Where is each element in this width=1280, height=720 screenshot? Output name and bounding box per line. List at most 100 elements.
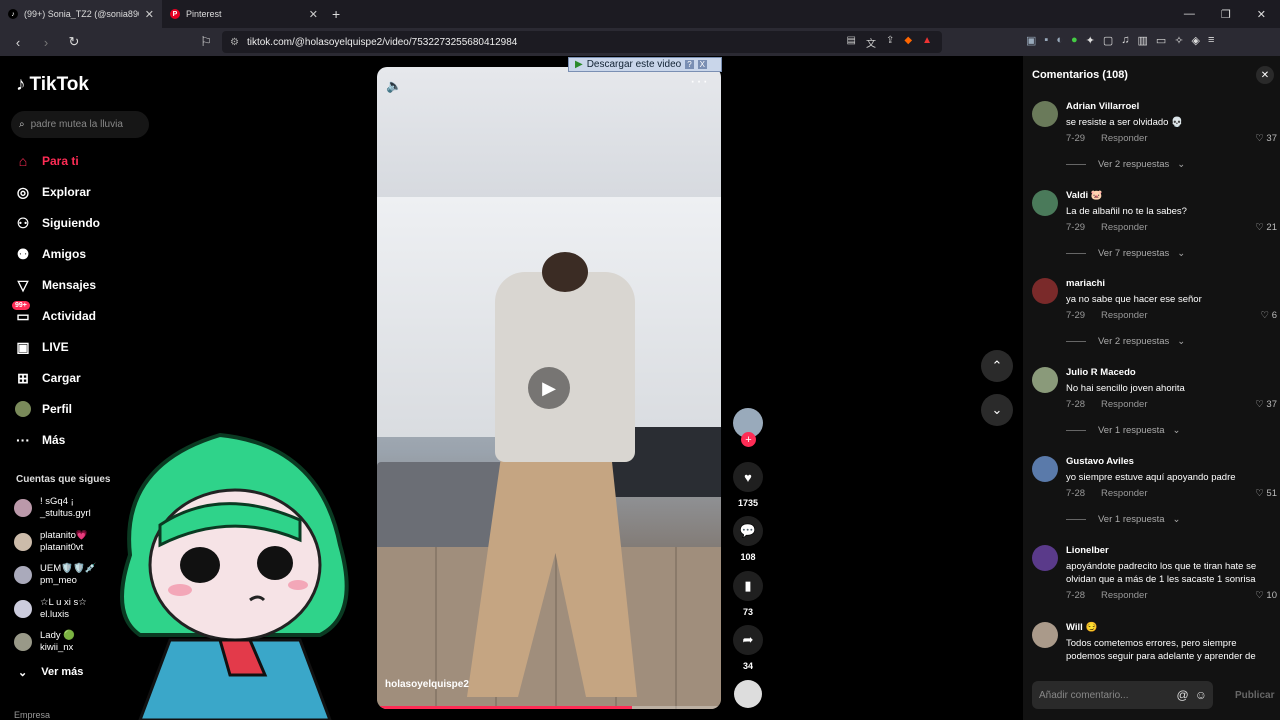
like-button[interactable]: ♥ 1735 [731, 462, 765, 508]
nav-mas[interactable]: ··· Más [14, 431, 65, 449]
wallet-icon[interactable]: ▭ [1156, 34, 1166, 47]
reply-button[interactable]: Responder [1101, 488, 1147, 499]
view-replies-button[interactable]: Ver 2 respuestas ⌄ [1066, 159, 1185, 170]
followed-account[interactable]: ☆L u xi s☆ el.luxis [14, 597, 87, 621]
menu-icon[interactable]: ≡ [1208, 34, 1214, 47]
comment-username[interactable]: mariachi [1066, 278, 1105, 289]
view-replies-button[interactable]: Ver 1 respuesta ⌄ [1066, 425, 1181, 436]
rewards-icon[interactable]: ▲ [922, 35, 932, 50]
video-player[interactable]: 🔈 ··· ▶ holasoyelquispe2 [377, 67, 721, 709]
download-video-button[interactable]: ▶ Descargar este video ? X [568, 57, 722, 72]
comment-like-button[interactable]: ♡ 37 [1255, 399, 1277, 410]
forward-button[interactable]: › [36, 32, 56, 52]
mention-icon[interactable]: @ [1177, 688, 1189, 702]
close-comments-button[interactable]: ✕ [1256, 66, 1274, 84]
creator-avatar[interactable]: + [731, 408, 765, 447]
footer-link[interactable]: Empresa [14, 710, 50, 720]
avatar[interactable] [1032, 101, 1058, 127]
tab-tiktok[interactable]: ♪ (99+) Sonia_TZ2 (@sonia890... ✕ [0, 0, 162, 28]
puzzle-icon[interactable]: ✦ [1086, 34, 1095, 47]
nav-cargar[interactable]: ⊞ Cargar [14, 369, 81, 387]
extension-icon[interactable]: ▪ [1044, 34, 1048, 47]
view-replies-button[interactable]: Ver 2 respuestas ⌄ [1066, 336, 1185, 347]
avatar[interactable] [1032, 367, 1058, 393]
volume-icon[interactable]: 🔈 [386, 78, 402, 94]
comment-like-button[interactable]: ♡ 6 [1261, 310, 1277, 321]
avatar[interactable] [1032, 278, 1058, 304]
reply-button[interactable]: Responder [1101, 310, 1147, 321]
comment-username[interactable]: Adrian Villarroel [1066, 101, 1139, 112]
extension-icon[interactable]: ▢ [1103, 34, 1113, 47]
comment-username[interactable]: Julio R Macedo [1066, 367, 1136, 378]
comment-like-button[interactable]: ♡ 21 [1255, 222, 1277, 233]
ai-icon[interactable]: ✧ [1174, 34, 1183, 47]
followed-account[interactable]: ! sGq4 ¡ _stultus.gyrl [14, 496, 91, 520]
previous-video-button[interactable]: ⌃ [981, 350, 1013, 382]
new-tab-button[interactable]: + [332, 6, 340, 22]
minimize-button[interactable]: — [1184, 8, 1195, 21]
reload-button[interactable]: ↻ [64, 32, 84, 52]
avatar[interactable] [1032, 545, 1058, 571]
music-icon[interactable]: ♫ [1121, 34, 1129, 47]
tiktok-logo[interactable]: ♪ TikTok [16, 74, 89, 96]
avatar[interactable] [1032, 190, 1058, 216]
comment-username[interactable]: Will 😏 [1066, 622, 1097, 633]
followed-account[interactable]: UEM🛡️🛡️💉 pm_meo [14, 563, 97, 587]
help-icon[interactable]: ? [685, 60, 694, 69]
play-button[interactable]: ▶ [528, 367, 570, 409]
extension-icon[interactable]: ● [1071, 34, 1078, 47]
vpn-icon[interactable]: ◈ [1192, 34, 1200, 47]
nav-para-ti[interactable]: ⌂ Para ti [14, 152, 79, 170]
bookmark-icon[interactable]: ⚐ [196, 32, 216, 52]
nav-siguiendo[interactable]: ⚇ Siguiendo [14, 214, 100, 232]
comment-username[interactable]: Gustavo Aviles [1066, 456, 1134, 467]
back-button[interactable]: ‹ [8, 32, 28, 52]
tab-pinterest[interactable]: P Pinterest ✕ [162, 0, 326, 28]
nav-explorar[interactable]: ◎ Explorar [14, 183, 91, 201]
emoji-icon[interactable]: ☺ [1195, 688, 1207, 702]
reply-button[interactable]: Responder [1101, 399, 1147, 410]
avatar[interactable] [1032, 622, 1058, 648]
translate-icon[interactable]: 文 [866, 35, 876, 50]
next-video-button[interactable]: ⌄ [981, 394, 1013, 426]
share-button[interactable]: ➦ 34 [731, 625, 765, 671]
video-progress-bar[interactable] [377, 706, 721, 709]
music-disc[interactable] [731, 680, 765, 708]
more-options-icon[interactable]: ··· [690, 73, 709, 91]
close-tab-icon[interactable]: ✕ [309, 8, 318, 21]
followed-account[interactable]: Lady 🟢 kiwii_nx [14, 630, 75, 654]
nav-actividad[interactable]: ▭ 99+ Actividad [12, 301, 96, 325]
save-button[interactable]: ▮ 73 [731, 571, 765, 617]
publish-button[interactable]: Publicar [1235, 690, 1274, 701]
view-replies-button[interactable]: Ver 1 respuesta ⌄ [1066, 514, 1181, 525]
close-icon[interactable]: X [697, 60, 707, 69]
follow-plus-icon[interactable]: + [741, 432, 756, 447]
reply-button[interactable]: Responder [1101, 133, 1147, 144]
site-info-icon[interactable]: ⚙ [230, 37, 239, 48]
comment-like-button[interactable]: ♡ 37 [1255, 133, 1277, 144]
comment-button[interactable]: 💬 108 [731, 516, 765, 562]
add-comment-input[interactable]: Añadir comentario... @ ☺ [1032, 681, 1213, 709]
reply-button[interactable]: Responder [1101, 222, 1147, 233]
comment-like-button[interactable]: ♡ 51 [1255, 488, 1277, 499]
nav-amigos[interactable]: ⚉ Amigos [14, 245, 86, 263]
avatar[interactable] [1032, 456, 1058, 482]
nav-live[interactable]: ▣ LIVE [14, 338, 68, 356]
comment-like-button[interactable]: ♡ 10 [1255, 590, 1277, 601]
extension-icon[interactable]: ◐ [1056, 34, 1063, 47]
shield-icon[interactable]: ◆ [904, 35, 912, 50]
see-more-button[interactable]: ⌄ Ver más [18, 666, 83, 679]
close-tab-icon[interactable]: ✕ [145, 8, 154, 21]
comment-username[interactable]: Valdi 🐷 [1066, 190, 1103, 201]
share-icon[interactable]: ⇪ [886, 35, 894, 50]
followed-account[interactable]: platanito💗 platanit0vt [14, 530, 88, 554]
reply-button[interactable]: Responder [1101, 590, 1147, 601]
video-author[interactable]: holasoyelquispe2 [385, 679, 469, 690]
maximize-button[interactable]: ❐ [1221, 8, 1231, 21]
extension-icon[interactable]: ▣ [1026, 34, 1036, 47]
comment-username[interactable]: Lionelber [1066, 545, 1109, 556]
view-replies-button[interactable]: Ver 7 respuestas ⌄ [1066, 248, 1185, 259]
address-bar[interactable]: ⚙ tiktok.com/@holasoyelquispe2/video/753… [222, 31, 942, 53]
close-window-button[interactable]: ✕ [1257, 8, 1266, 21]
nav-mensajes[interactable]: ▽ Mensajes [14, 276, 96, 294]
